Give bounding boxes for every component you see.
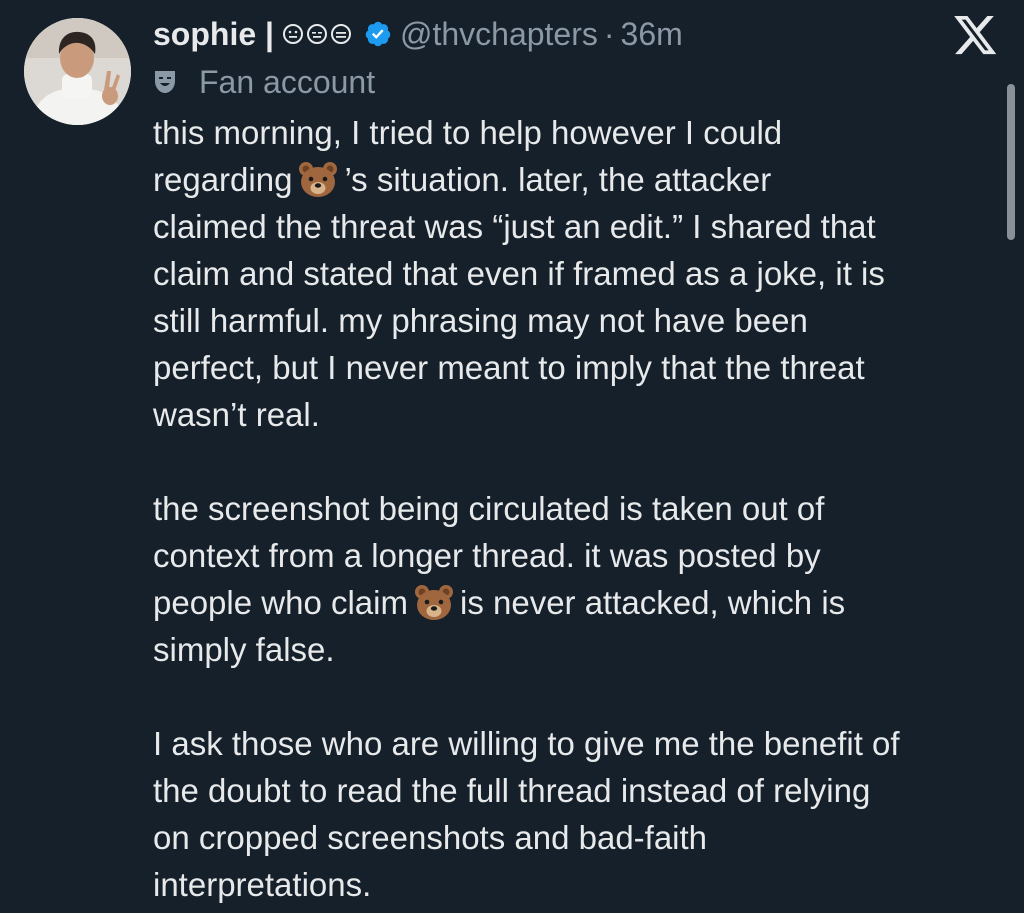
text-line: regarding (153, 161, 293, 198)
account-label-text: Fan account (199, 63, 376, 100)
tweet-paragraph: I ask those who are willing to give me t… (153, 720, 1008, 908)
text-line: I ask those who are willing to give me t… (153, 725, 900, 762)
text-line: simply false. (153, 631, 335, 668)
text-line: this morning, I tried to help however I … (153, 114, 783, 151)
text-line: is never attacked, which is (459, 584, 846, 621)
tweet-paragraph: this morning, I tried to help however I … (153, 109, 1008, 438)
text-line: interpretations. (153, 866, 372, 903)
timestamp[interactable]: 36m (621, 16, 683, 53)
user-handle[interactable]: @thvchapters (400, 16, 598, 53)
theater-mask-icon (153, 69, 177, 95)
tweet-paragraph: the screenshot being circulated is taken… (153, 485, 1008, 673)
tweet-text: this morning, I tried to help however I … (153, 109, 1008, 908)
text-line: claim and stated that even if framed as … (153, 255, 885, 292)
dot-separator: · (603, 15, 615, 52)
account-label[interactable]: Fan account (153, 60, 375, 104)
scrollbar-thumb[interactable] (1007, 84, 1015, 240)
verified-badge-icon (364, 20, 392, 48)
text-line: people who claim (153, 584, 408, 621)
avatar[interactable] (24, 18, 131, 125)
text-line: on cropped screenshots and bad-faith (153, 819, 708, 856)
text-line: claimed the threat was “just an edit.” I… (153, 208, 876, 245)
name-emoji-badges (282, 23, 354, 45)
x-logo-icon[interactable] (954, 16, 998, 56)
display-name[interactable]: sophie | (153, 16, 274, 53)
text-line: the doubt to read the full thread instea… (153, 772, 871, 809)
avatar-image (24, 18, 131, 125)
text-line: ’s situation. later, the attacker (344, 161, 772, 198)
text-line: context from a longer thread. it was pos… (153, 537, 821, 574)
text-line: the screenshot being circulated is taken… (153, 490, 825, 527)
bear-emoji (298, 161, 338, 199)
text-line: wasn’t real. (153, 396, 320, 433)
tweet-header: sophie | @thvchapters · 36m (153, 12, 683, 56)
text-line: perfect, but I never meant to imply that… (153, 349, 865, 386)
bear-emoji (414, 584, 454, 622)
text-line: still harmful. my phrasing may not have … (153, 302, 808, 339)
face-emoji-icons (282, 24, 351, 44)
